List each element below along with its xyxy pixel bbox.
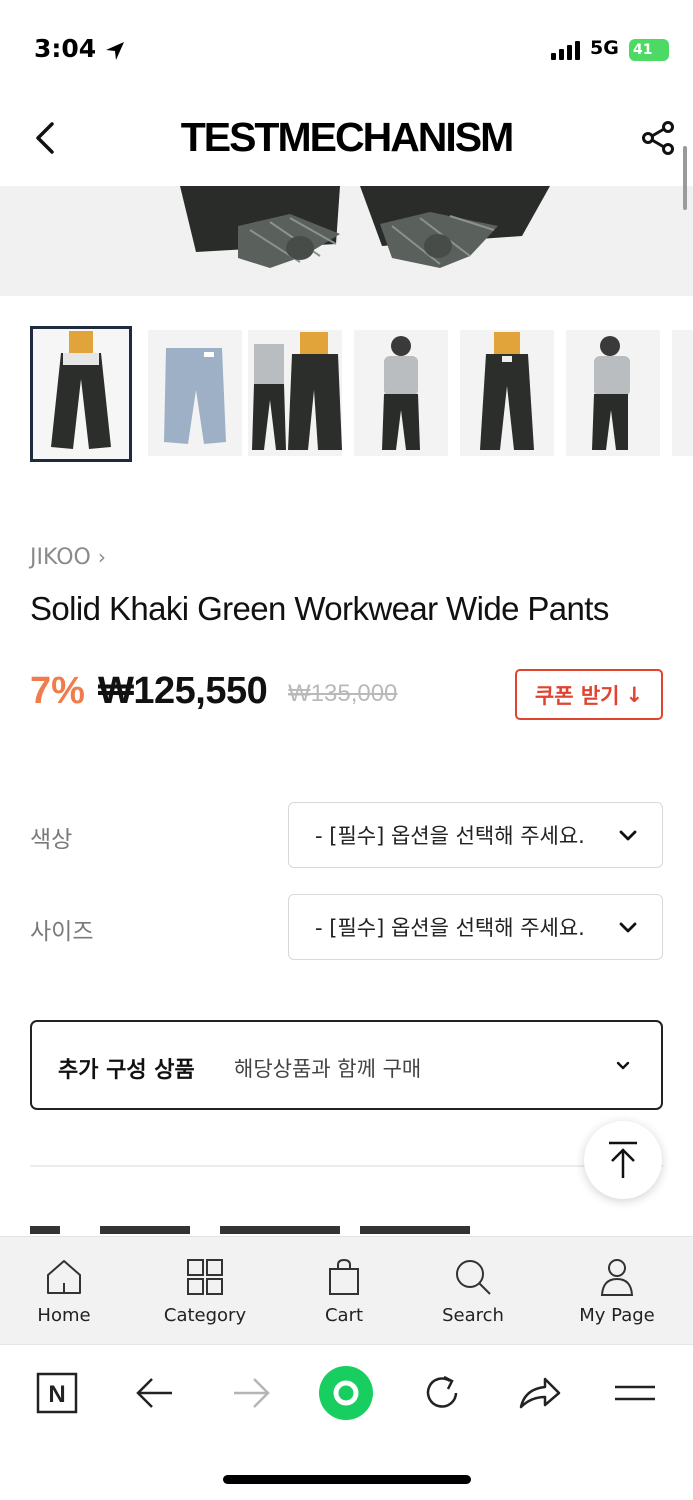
thumbnail-6[interactable]	[566, 330, 660, 456]
app-header: TESTMECHANISM	[0, 100, 693, 186]
tab-label: Home	[37, 1305, 91, 1326]
battery-icon: 41	[629, 39, 669, 61]
thumbnail-7[interactable]	[672, 330, 693, 456]
network-type: 5G	[590, 37, 619, 59]
option-label-size: 사이즈	[30, 919, 94, 945]
thumbnail-3[interactable]	[248, 330, 342, 456]
thumbnail-carousel[interactable]	[30, 326, 693, 462]
pants-hem-bows-image	[0, 186, 693, 296]
chevron-down-icon	[616, 1061, 630, 1070]
tab-label: My Page	[579, 1305, 655, 1326]
thumbnail-5[interactable]	[460, 330, 554, 456]
share-icon[interactable]	[640, 120, 676, 156]
thumbnail-2[interactable]	[148, 330, 242, 456]
bag-icon	[329, 1258, 359, 1295]
battery-level: 41	[633, 42, 653, 58]
chevron-down-icon	[619, 830, 637, 841]
additional-products-dropdown[interactable]: 추가 구성 상품 해당상품과 함께 구매	[30, 1020, 663, 1110]
partially-hidden-text	[30, 1226, 470, 1234]
thumbnail-1[interactable]	[30, 326, 132, 462]
addon-subtitle: 해당상품과 함께 구매	[234, 1057, 422, 1081]
back-arrow-icon[interactable]	[132, 1371, 176, 1415]
thumbnail-image	[592, 336, 630, 450]
tab-label: Cart	[324, 1305, 364, 1326]
product-title: Solid Khaki Green Workwear Wide Pants	[30, 590, 609, 627]
option-label-color: 색상	[30, 827, 73, 853]
status-time: 3:04	[34, 34, 97, 63]
chevron-right-icon: ›	[97, 545, 106, 569]
forward-arrow-icon[interactable]	[230, 1371, 274, 1415]
arrow-up-to-top-icon	[609, 1141, 637, 1178]
scroll-indicator	[683, 146, 687, 210]
svg-text:N: N	[48, 1381, 65, 1408]
signal-icon	[551, 41, 580, 60]
grid-icon	[187, 1259, 223, 1295]
download-arrow-icon: ↓	[625, 682, 644, 707]
addon-title: 추가 구성 상품	[58, 1058, 195, 1083]
share-arrow-icon[interactable]	[517, 1371, 561, 1415]
scroll-to-top-button[interactable]	[584, 1121, 662, 1199]
location-arrow-icon	[106, 42, 124, 60]
brand-link[interactable]: JIKOO ›	[30, 545, 106, 570]
home-indicator	[223, 1475, 471, 1484]
tab-search[interactable]: Search	[433, 1237, 513, 1345]
bottom-tab-bar: Home Category Cart Search My Page	[0, 1236, 693, 1344]
tab-label: Search	[442, 1305, 504, 1326]
thumbnail-image	[164, 348, 226, 444]
section-divider	[30, 1165, 663, 1167]
chevron-down-icon	[619, 922, 637, 933]
tab-label: Category	[163, 1305, 247, 1326]
tab-home[interactable]: Home	[24, 1237, 104, 1345]
menu-icon[interactable]	[613, 1371, 657, 1415]
select-placeholder: - [필수] 옵션을 선택해 주세요.	[315, 916, 585, 940]
select-placeholder: - [필수] 옵션을 선택해 주세요.	[315, 824, 585, 848]
product-main-image[interactable]	[0, 186, 693, 296]
tab-category[interactable]: Category	[160, 1237, 250, 1345]
brand-name: JIKOO	[30, 545, 91, 570]
status-bar: 3:04 5G 41	[0, 0, 693, 100]
size-select[interactable]: - [필수] 옵션을 선택해 주세요.	[288, 894, 663, 960]
site-logo-title[interactable]: TESTMECHANISM	[0, 114, 693, 161]
sale-price: ₩125,550	[98, 670, 268, 712]
coupon-download-button[interactable]: 쿠폰 받기 ↓	[515, 669, 663, 720]
green-dot-icon[interactable]	[318, 1365, 374, 1421]
discount-rate: 7%	[30, 670, 85, 712]
person-icon	[600, 1259, 634, 1296]
thumbnail-4[interactable]	[354, 330, 448, 456]
thumbnail-image	[252, 332, 342, 450]
original-price: ₩135,000	[288, 680, 398, 707]
search-icon	[456, 1260, 491, 1295]
coupon-label: 쿠폰 받기	[534, 683, 620, 708]
thumbnail-image	[382, 336, 420, 450]
thumbnail-image	[480, 332, 534, 450]
naver-icon[interactable]: N	[35, 1371, 79, 1415]
tab-cart[interactable]: Cart	[304, 1237, 384, 1345]
home-icon	[47, 1260, 81, 1294]
reload-icon[interactable]	[420, 1371, 464, 1415]
color-select[interactable]: - [필수] 옵션을 선택해 주세요.	[288, 802, 663, 868]
thumbnail-image	[51, 331, 111, 449]
tab-my-page[interactable]: My Page	[570, 1237, 664, 1345]
